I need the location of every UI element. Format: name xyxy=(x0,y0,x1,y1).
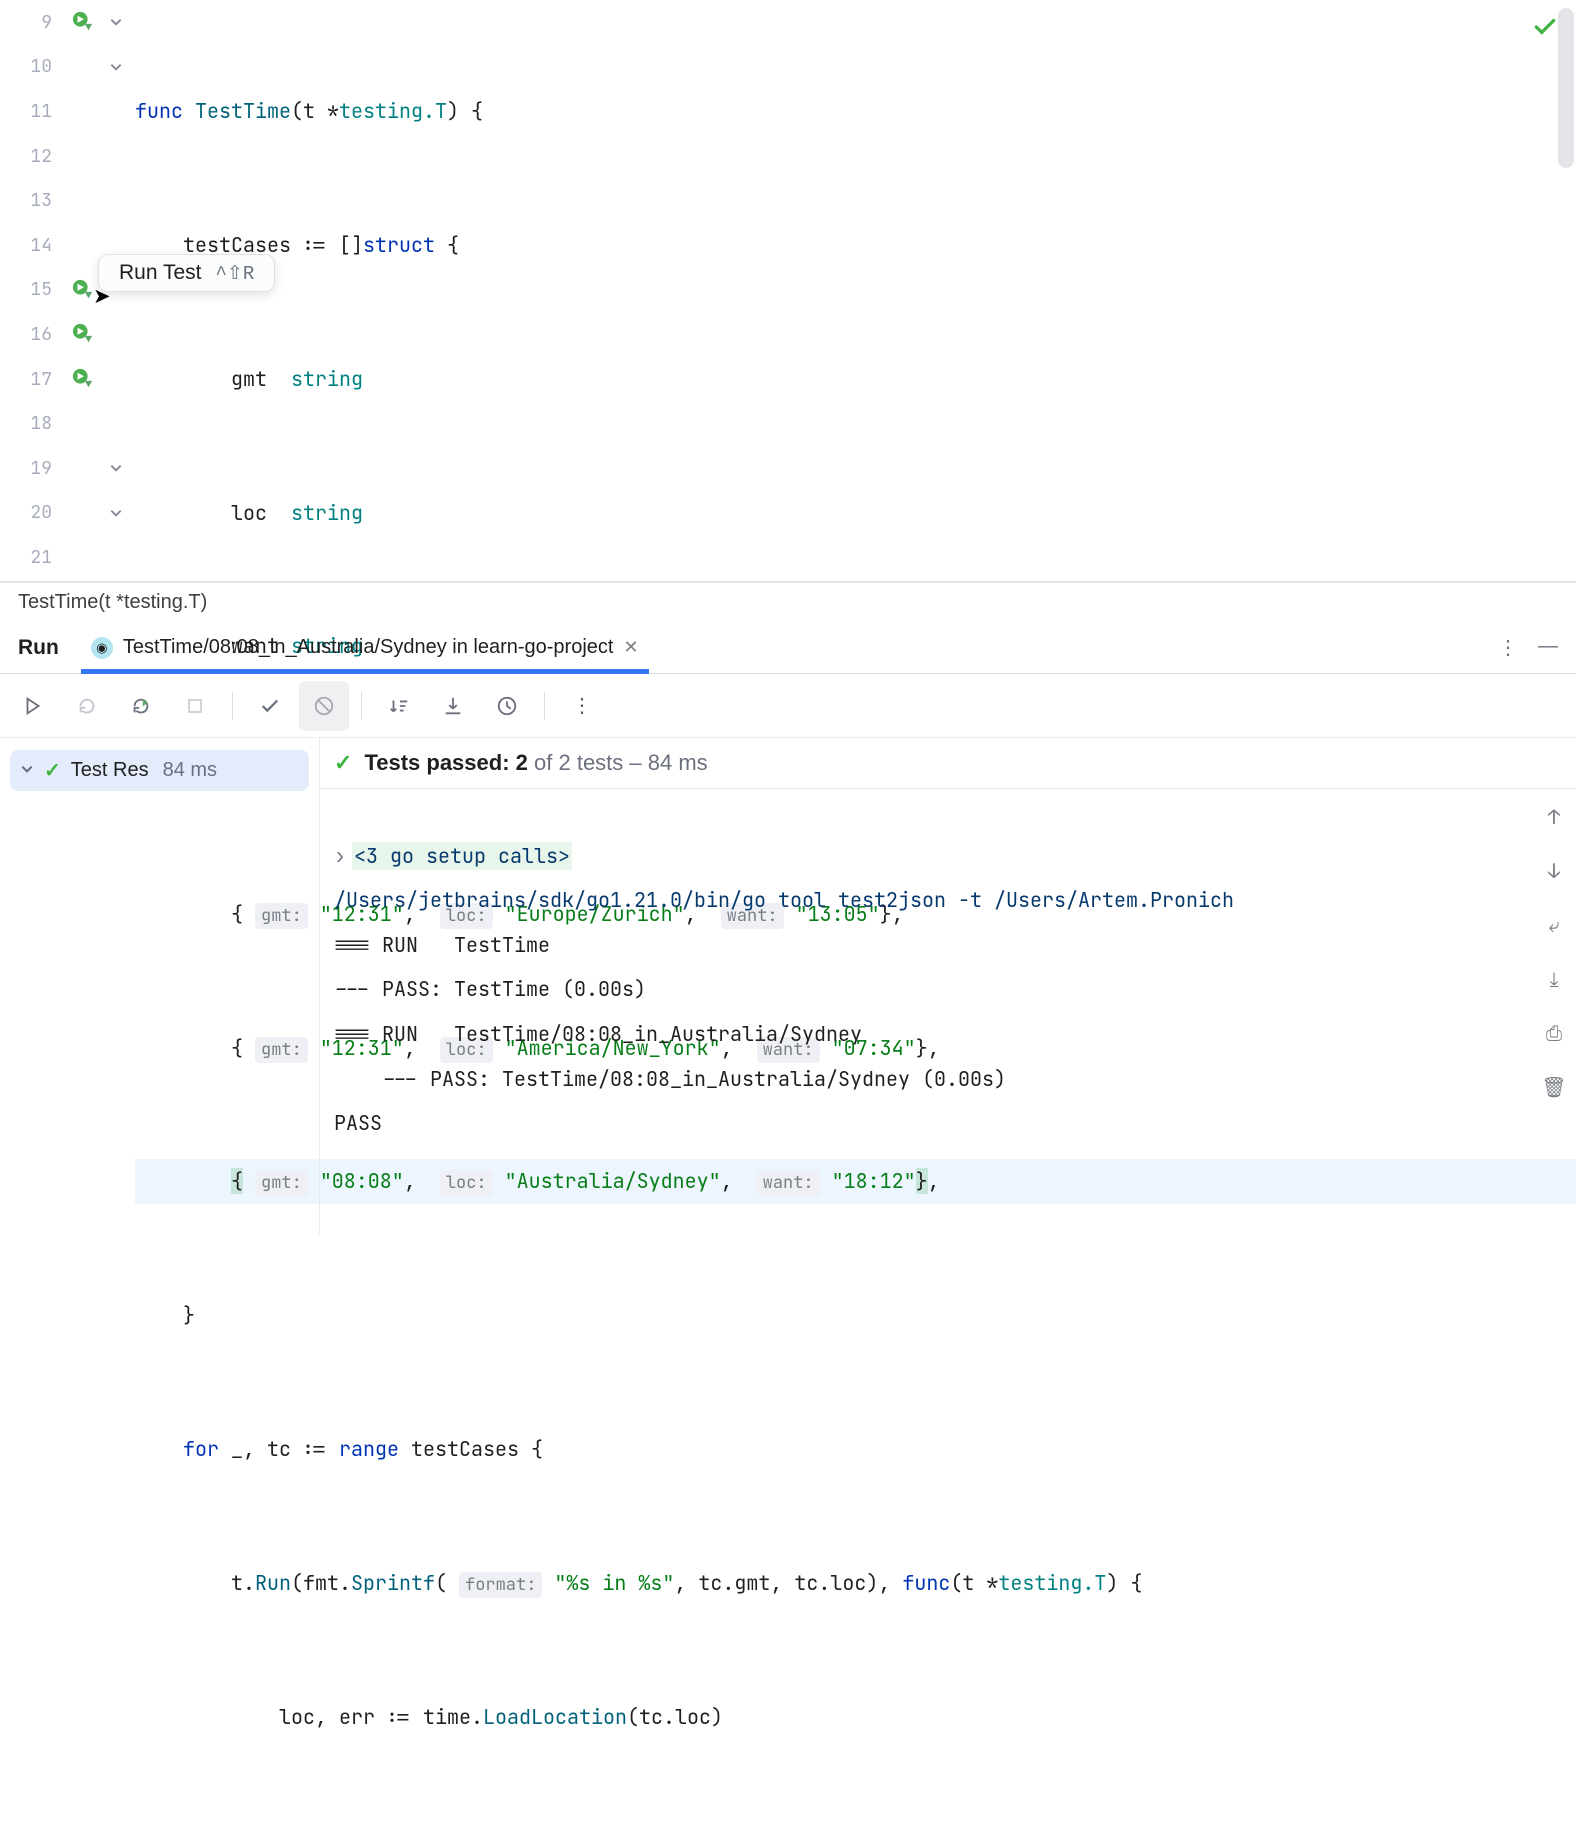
fold-chevron-icon[interactable] xyxy=(109,60,123,74)
scroll-to-end-icon[interactable]: ⤓ xyxy=(1538,963,1570,995)
scroll-up-icon[interactable]: ↑ xyxy=(1538,801,1570,833)
fold-chevron-icon[interactable] xyxy=(109,506,123,520)
history-icon[interactable] xyxy=(482,681,532,731)
soft-wrap-icon[interactable]: ⤶ xyxy=(1538,909,1570,941)
run-tool-window: Run ◉ TestTime/08:08_in_Australia/Sydney… xyxy=(0,622,1576,1235)
pass-check-icon: ✓ xyxy=(44,758,61,783)
go-icon: ◉ xyxy=(91,637,113,659)
test-root-item[interactable]: ✓ Test Res 84 ms xyxy=(10,750,309,791)
run-toolbar: ⋮ xyxy=(0,674,1576,738)
rerun-icon[interactable] xyxy=(8,681,58,731)
code-content[interactable]: func TestTime(t *testing.T) { testCases … xyxy=(135,0,1576,581)
test-tree[interactable]: ✓ Test Res 84 ms xyxy=(0,738,320,1235)
minimize-icon[interactable]: — xyxy=(1538,635,1558,660)
expand-chevron-icon[interactable]: › xyxy=(334,843,346,869)
chevron-down-icon[interactable] xyxy=(20,759,34,782)
run-panel-header: Run ◉ TestTime/08:08_in_Australia/Sydney… xyxy=(0,622,1576,674)
run-test-gutter-icon[interactable] xyxy=(72,279,94,301)
tests-summary: ✓ Tests passed: 2 of 2 tests – 84 ms xyxy=(320,738,1576,788)
import-icon[interactable] xyxy=(428,681,478,731)
rerun-failed-icon[interactable] xyxy=(116,681,166,731)
console-side-actions: ↑ ↓ ⤶ ⤓ ⎙ 🗑 xyxy=(1538,801,1570,1103)
stop-icon[interactable] xyxy=(170,681,220,731)
line-number: 9 xyxy=(0,11,66,34)
more-toolbar-icon[interactable]: ⋮ xyxy=(557,681,607,731)
console-output[interactable]: ›<3 go setup calls> /Users/jetbrains/sdk… xyxy=(320,788,1576,1235)
restart-icon[interactable] xyxy=(62,681,112,731)
pass-check-icon: ✓ xyxy=(334,750,352,776)
scroll-down-icon[interactable]: ↓ xyxy=(1538,855,1570,887)
show-passed-icon[interactable] xyxy=(245,681,295,731)
tooltip-shortcut: ^⇧R xyxy=(216,262,255,285)
scrollbar[interactable] xyxy=(1558,8,1574,168)
code-editor[interactable]: 9 10 11 12 13 14 15 16 17 18 19 20 21 fu… xyxy=(0,0,1576,582)
fold-chevron-icon[interactable] xyxy=(109,15,123,29)
results-area: ✓ Test Res 84 ms ✓ Tests passed: 2 of 2 … xyxy=(0,738,1576,1235)
run-test-gutter-icon[interactable] xyxy=(72,323,94,345)
sort-icon[interactable] xyxy=(374,681,424,731)
run-config-tab[interactable]: ◉ TestTime/08:08_in_Australia/Sydney in … xyxy=(81,622,649,673)
print-icon[interactable]: ⎙ xyxy=(1538,1017,1570,1049)
tooltip-label: Run Test xyxy=(119,261,202,285)
close-tab-icon[interactable]: ✕ xyxy=(623,637,638,658)
run-panel-title: Run xyxy=(18,636,59,660)
param-hint: format: xyxy=(459,1572,542,1598)
show-ignored-icon[interactable] xyxy=(299,681,349,731)
fold-chevron-icon[interactable] xyxy=(109,461,123,475)
more-icon[interactable]: ⋮ xyxy=(1498,635,1518,660)
run-test-gutter-icon[interactable] xyxy=(72,11,94,33)
analysis-ok-icon[interactable] xyxy=(1532,14,1558,46)
run-test-gutter-icon[interactable] xyxy=(72,368,94,390)
run-test-tooltip[interactable]: Run Test ^⇧R xyxy=(98,254,275,292)
clear-icon[interactable]: 🗑 xyxy=(1538,1071,1570,1103)
